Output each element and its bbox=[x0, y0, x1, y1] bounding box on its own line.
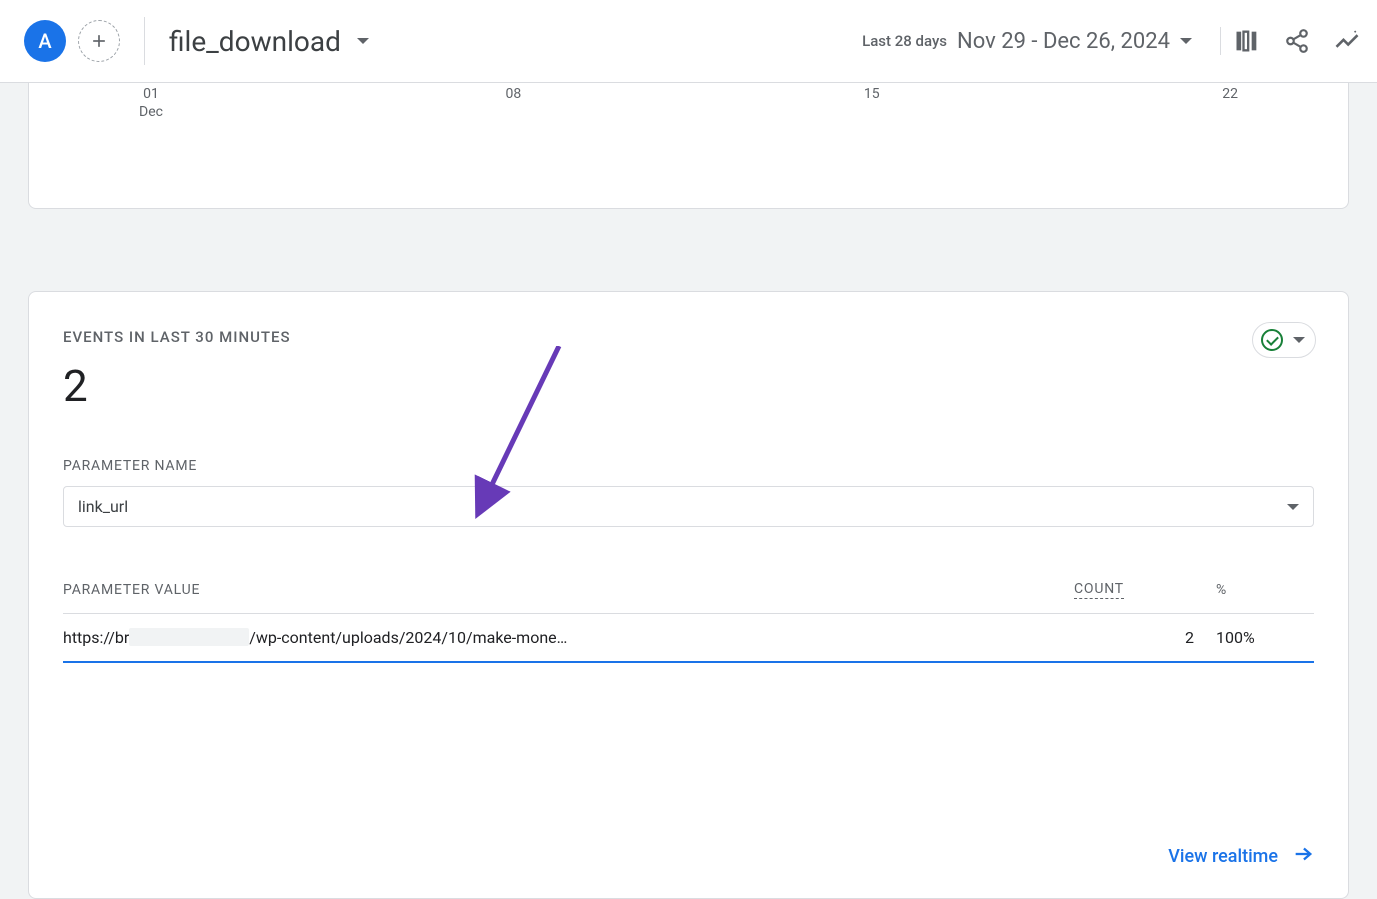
parameter-name-value: link_url bbox=[78, 497, 128, 516]
redacted-segment bbox=[129, 628, 249, 646]
insights-icon[interactable] bbox=[1333, 27, 1361, 55]
divider bbox=[144, 17, 145, 65]
axis-tick: 15 bbox=[864, 85, 880, 121]
cell-percent: 100% bbox=[1194, 628, 1314, 647]
events-count: 2 bbox=[63, 360, 1314, 412]
cell-url: https://br/wp-content/uploads/2024/10/ma… bbox=[63, 628, 1074, 647]
date-period-label: Last 28 days bbox=[862, 32, 947, 50]
chevron-down-icon bbox=[1293, 337, 1305, 343]
arrow-right-icon bbox=[1292, 843, 1314, 870]
cell-count: 2 bbox=[1074, 628, 1194, 647]
avatar-badge[interactable]: A bbox=[24, 20, 66, 62]
add-comparison-button[interactable] bbox=[78, 20, 120, 62]
customize-report-icon[interactable] bbox=[1233, 27, 1261, 55]
view-realtime-label: View realtime bbox=[1168, 846, 1278, 867]
share-icon[interactable] bbox=[1283, 27, 1311, 55]
date-range-value: Nov 29 - Dec 26, 2024 bbox=[957, 29, 1170, 54]
chart-x-axis: 01 Dec 08 15 22 bbox=[29, 85, 1348, 121]
axis-tick: 01 Dec bbox=[139, 85, 163, 121]
view-realtime-link[interactable]: View realtime bbox=[63, 843, 1314, 870]
col-parameter-value: PARAMETER VALUE bbox=[63, 582, 1074, 598]
col-percent: % bbox=[1194, 582, 1314, 598]
page-header: A file_download Last 28 days Nov 29 - De… bbox=[0, 0, 1377, 83]
parameter-name-label: PARAMETER NAME bbox=[63, 458, 1314, 474]
chevron-down-icon bbox=[1180, 38, 1192, 44]
report-title-text: file_download bbox=[169, 25, 341, 58]
header-actions bbox=[1220, 27, 1361, 55]
check-circle-icon bbox=[1261, 329, 1283, 351]
date-range-picker[interactable]: Last 28 days Nov 29 - Dec 26, 2024 bbox=[862, 29, 1200, 54]
col-count[interactable]: COUNT bbox=[1074, 581, 1194, 599]
status-pill-dropdown[interactable] bbox=[1252, 322, 1316, 358]
chevron-down-icon bbox=[1287, 504, 1299, 510]
events-card: EVENTS IN LAST 30 MINUTES 2 PARAMETER NA… bbox=[28, 291, 1349, 899]
parameter-table-row[interactable]: https://br/wp-content/uploads/2024/10/ma… bbox=[63, 614, 1314, 663]
chart-card-remnant: 01 Dec 08 15 22 bbox=[28, 83, 1349, 209]
parameter-name-select[interactable]: link_url bbox=[63, 486, 1314, 527]
report-title-dropdown[interactable]: file_download bbox=[169, 25, 369, 58]
axis-tick: 08 bbox=[506, 85, 522, 121]
chevron-down-icon bbox=[357, 38, 369, 44]
events-title: EVENTS IN LAST 30 MINUTES bbox=[63, 328, 1314, 346]
parameter-table-header: PARAMETER VALUE COUNT % bbox=[63, 567, 1314, 614]
axis-tick: 22 bbox=[1222, 85, 1238, 121]
